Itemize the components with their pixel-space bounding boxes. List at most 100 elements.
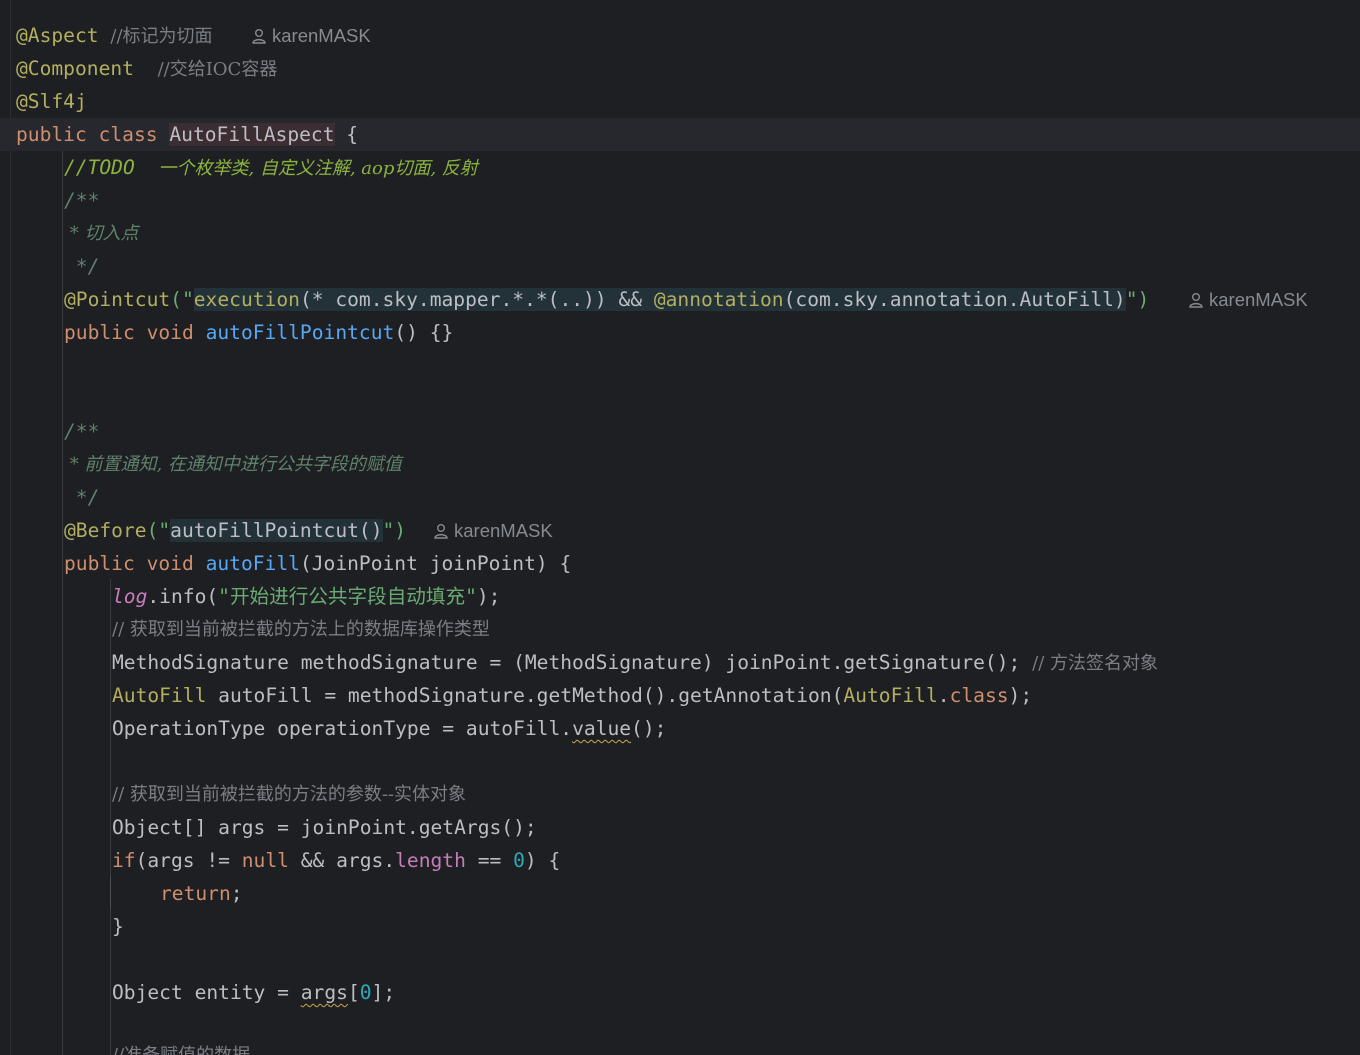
code-line-7[interactable]: * 切入点 — [0, 217, 1360, 250]
method-modifiers: public void — [64, 321, 206, 344]
comment-method-signature: // 方法签名对象 — [1032, 653, 1158, 674]
if-condition-mid: && args. — [288, 849, 396, 872]
aspect-comment: //标记为切面 — [110, 26, 213, 47]
pointcut-annotation-designator: @annotation — [653, 288, 784, 311]
pointcut-execution: execution — [193, 288, 300, 311]
statement-end: ]; — [371, 981, 396, 1004]
code-line-17[interactable]: public void autoFill(JoinPoint joinPoint… — [0, 547, 1360, 580]
author-hint[interactable]: karenMASK — [1188, 283, 1308, 316]
pointcut-pattern: (* com.sky.mapper.*.*(..)) && — [299, 288, 654, 311]
code-line-6[interactable]: /** — [0, 184, 1360, 217]
log-message: "开始进行公共字段自动填充" — [218, 585, 477, 608]
statement-end: (); — [631, 717, 667, 740]
code-line-9[interactable]: @Pointcut("execution(* com.sky.mapper.*.… — [0, 283, 1360, 316]
author-hint[interactable]: karenMASK — [251, 19, 371, 52]
index-open: [ — [347, 981, 360, 1004]
entity-statement: Object entity = — [112, 981, 301, 1004]
index-literal: 0 — [359, 981, 372, 1004]
code-line-20[interactable]: MethodSignature methodSignature = (Metho… — [0, 646, 1360, 679]
author-hint[interactable]: karenMASK — [433, 514, 553, 547]
method-modifiers: public void — [64, 552, 206, 575]
class-literal: class — [949, 684, 1009, 707]
autofill-type: AutoFill — [112, 684, 207, 707]
user-icon — [1189, 293, 1203, 308]
code-line-32[interactable]: //准备赋值的数据 — [0, 1039, 1360, 1055]
javadoc-open: /** — [64, 189, 100, 212]
javadoc-close: */ — [64, 486, 100, 509]
value-call-warning[interactable]: value — [572, 717, 631, 740]
args-warning[interactable]: args — [301, 981, 348, 1004]
code-line-26[interactable]: if(args != null && args.length == 0) { — [0, 844, 1360, 877]
if-condition-start: (args != — [135, 849, 242, 872]
pointcut-close: ") — [1125, 288, 1150, 311]
code-line-19[interactable]: // 获取到当前被拦截的方法上的数据库操作类型 — [0, 613, 1360, 646]
code-line-15[interactable]: */ — [0, 481, 1360, 514]
log-end: ); — [476, 585, 501, 608]
if-open-brace: ) { — [524, 849, 561, 872]
pointcut-annotation: @Pointcut — [64, 288, 171, 311]
method-name-pointcut[interactable]: autoFillPointcut — [206, 321, 395, 344]
author-name: karenMASK — [454, 520, 553, 541]
return-keyword: return — [160, 882, 231, 905]
pointcut-annotation-type: (com.sky.annotation.AutoFill) — [783, 288, 1126, 311]
length-field: length — [395, 849, 466, 872]
aspect-annotation: @Aspect — [16, 24, 99, 47]
code-line-4[interactable]: public class AutoFillAspect { — [0, 118, 1360, 151]
comment-prepare-data: //准备赋值的数据 — [112, 1039, 250, 1055]
code-line-3[interactable]: @Slf4j — [0, 85, 1360, 118]
before-annotation: @Before — [64, 519, 147, 542]
code-line-30[interactable]: Object entity = args[0]; — [0, 976, 1360, 1009]
class-name[interactable]: AutoFillAspect — [169, 123, 335, 146]
operation-type-statement: OperationType operationType = autoFill. — [112, 717, 573, 740]
todo-prefix: // — [64, 156, 88, 179]
method-body: () {} — [394, 321, 454, 344]
method-signature-statement: MethodSignature methodSignature = (Metho… — [112, 651, 1033, 674]
statement-end: ); — [1008, 684, 1033, 707]
before-expression[interactable]: autoFillPointcut() — [170, 519, 383, 542]
author-name: karenMASK — [1209, 289, 1308, 310]
if-close-brace: } — [112, 915, 124, 938]
code-line-21[interactable]: AutoFill autoFill = methodSignature.getM… — [0, 679, 1360, 712]
equals-operator: == — [465, 849, 514, 872]
code-line-5[interactable]: //TODO 一个枚举类, 自定义注解, aop切面, 反射 — [0, 151, 1360, 184]
component-annotation: @Component — [16, 57, 134, 80]
code-line-18[interactable]: log.info("开始进行公共字段自动填充"); — [0, 580, 1360, 613]
code-line-16[interactable]: @Before("autoFillPointcut()") karenMASK — [0, 514, 1360, 547]
if-keyword: if — [112, 849, 136, 872]
statement-end: ; — [230, 882, 243, 905]
comment-operation-type: // 获取到当前被拦截的方法上的数据库操作类型 — [112, 619, 490, 640]
pointcut-open: (" — [170, 288, 194, 311]
javadoc-pointcut-text: * 切入点 — [64, 223, 139, 244]
code-line-27[interactable]: return; — [0, 877, 1360, 910]
before-close: ") — [382, 519, 407, 542]
class-keyword: public class — [16, 123, 170, 146]
dot: . — [937, 684, 950, 707]
code-editor[interactable]: @Aspect //标记为切面 karenMASK @Component //交… — [0, 0, 1360, 1055]
code-line-25[interactable]: Object[] args = joinPoint.getArgs(); — [0, 811, 1360, 844]
code-line-2[interactable]: @Component //交给IOC容器 — [0, 52, 1360, 85]
component-comment: //交给IOC容器 — [157, 59, 278, 80]
todo-keyword: TODO — [87, 156, 135, 179]
code-line-24[interactable]: // 获取到当前被拦截的方法的参数--实体对象 — [0, 778, 1360, 811]
javadoc-before-text: * 前置通知, 在通知中进行公共字段的赋值 — [64, 454, 402, 475]
class-brace: { — [334, 123, 359, 146]
log-call: .info( — [147, 585, 219, 608]
method-name-autofill[interactable]: autoFill — [206, 552, 300, 575]
code-line-1[interactable]: @Aspect //标记为切面 karenMASK — [0, 19, 1360, 52]
todo-text: 一个枚举类, 自定义注解, aop切面, 反射 — [158, 158, 478, 179]
code-line-8[interactable]: */ — [0, 250, 1360, 283]
log-field: log — [112, 585, 148, 608]
code-line-10[interactable]: public void autoFillPointcut() {} — [0, 316, 1360, 349]
zero-literal: 0 — [513, 849, 525, 872]
autofill-type-arg: AutoFill — [843, 684, 938, 707]
code-line-13[interactable]: /** — [0, 415, 1360, 448]
user-icon — [252, 29, 266, 44]
code-line-22[interactable]: OperationType operationType = autoFill.v… — [0, 712, 1360, 745]
pointcut-expression[interactable]: execution(* com.sky.mapper.*.*(..)) && @… — [193, 288, 1126, 311]
autofill-statement: autoFill = methodSignature.getMethod().g… — [206, 684, 844, 707]
before-open: (" — [146, 519, 171, 542]
code-line-28[interactable]: } — [0, 910, 1360, 943]
user-icon — [434, 524, 448, 539]
code-line-14[interactable]: * 前置通知, 在通知中进行公共字段的赋值 — [0, 448, 1360, 481]
javadoc-close: */ — [64, 255, 100, 278]
